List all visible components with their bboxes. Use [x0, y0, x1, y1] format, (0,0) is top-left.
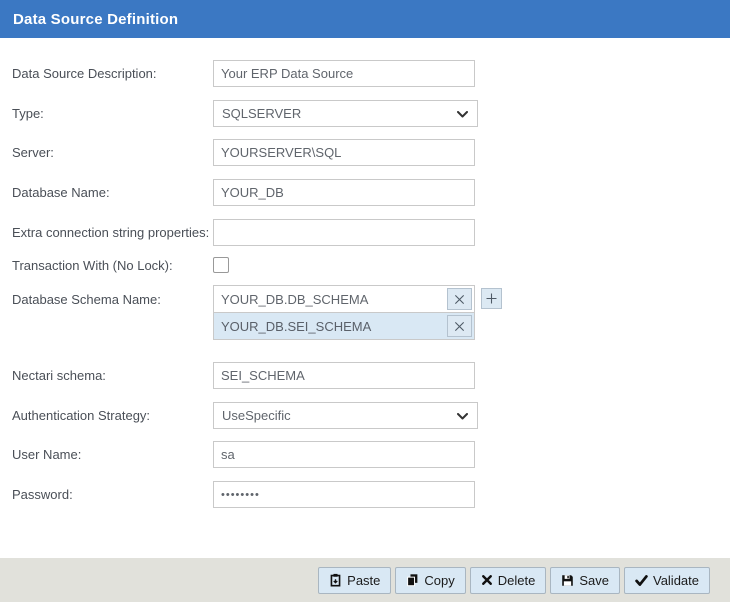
field-label-type: Type:: [12, 100, 44, 127]
chevron-down-icon: [457, 111, 468, 118]
save-icon: [561, 574, 574, 587]
field-label-extra-connection-string: Extra connection string properties:: [12, 219, 209, 246]
nectari-schema-input[interactable]: [213, 362, 475, 389]
type-select-value: SQLSERVER: [222, 106, 301, 121]
authentication-strategy-select[interactable]: UseSpecific: [213, 402, 478, 429]
delete-button[interactable]: Delete: [470, 567, 547, 594]
field-label-nectari-schema: Nectari schema:: [12, 362, 106, 389]
delete-icon: [481, 574, 493, 586]
authentication-strategy-value: UseSpecific: [222, 408, 291, 423]
plus-icon: [484, 291, 499, 306]
no-lock-checkbox[interactable]: [213, 257, 229, 273]
validate-button-label: Validate: [653, 573, 699, 588]
copy-button-label: Copy: [424, 573, 454, 588]
save-button[interactable]: Save: [550, 567, 620, 594]
database-schema-list: YOUR_DB.SEI_SCHEMA: [213, 285, 475, 340]
schema-row-text: YOUR_DB.SEI_SCHEMA: [214, 319, 447, 334]
delete-button-label: Delete: [498, 573, 536, 588]
field-label-no-lock: Transaction With (No Lock):: [12, 257, 173, 273]
paste-icon: [329, 573, 342, 587]
remove-schema-button[interactable]: [447, 315, 472, 337]
schema-row-selected[interactable]: YOUR_DB.SEI_SCHEMA: [213, 312, 475, 340]
field-label-data-source-description: Data Source Description:: [12, 60, 157, 87]
extra-connection-string-input[interactable]: [213, 219, 475, 246]
chevron-down-icon: [457, 413, 468, 420]
close-icon: [452, 319, 467, 334]
field-label-user-name: User Name:: [12, 441, 81, 468]
field-label-authentication-strategy: Authentication Strategy:: [12, 402, 150, 429]
password-input[interactable]: [213, 481, 475, 508]
field-label-database-schema: Database Schema Name:: [12, 285, 161, 313]
copy-button[interactable]: Copy: [395, 567, 465, 594]
database-name-input[interactable]: [213, 179, 475, 206]
validate-button[interactable]: Validate: [624, 567, 710, 594]
save-button-label: Save: [579, 573, 609, 588]
database-schema-input[interactable]: [214, 286, 447, 312]
close-icon: [452, 292, 467, 307]
schema-row: [213, 285, 475, 313]
add-schema-button[interactable]: [481, 288, 502, 309]
validate-icon: [635, 574, 648, 587]
user-name-input[interactable]: [213, 441, 475, 468]
field-label-password: Password:: [12, 481, 73, 508]
type-select[interactable]: SQLSERVER: [213, 100, 478, 127]
field-label-server: Server:: [12, 139, 54, 166]
paste-button-label: Paste: [347, 573, 380, 588]
data-source-description-input[interactable]: [213, 60, 475, 87]
data-source-definition-panel: Data Source Definition Data Source Descr…: [0, 0, 730, 602]
copy-icon: [406, 573, 419, 587]
remove-schema-button[interactable]: [447, 288, 472, 310]
server-input[interactable]: [213, 139, 475, 166]
action-toolbar: Paste Copy Delete Save: [0, 558, 730, 602]
panel-header: Data Source Definition: [0, 0, 730, 38]
field-label-database-name: Database Name:: [12, 179, 110, 206]
panel-title: Data Source Definition: [13, 11, 178, 28]
paste-button[interactable]: Paste: [318, 567, 391, 594]
